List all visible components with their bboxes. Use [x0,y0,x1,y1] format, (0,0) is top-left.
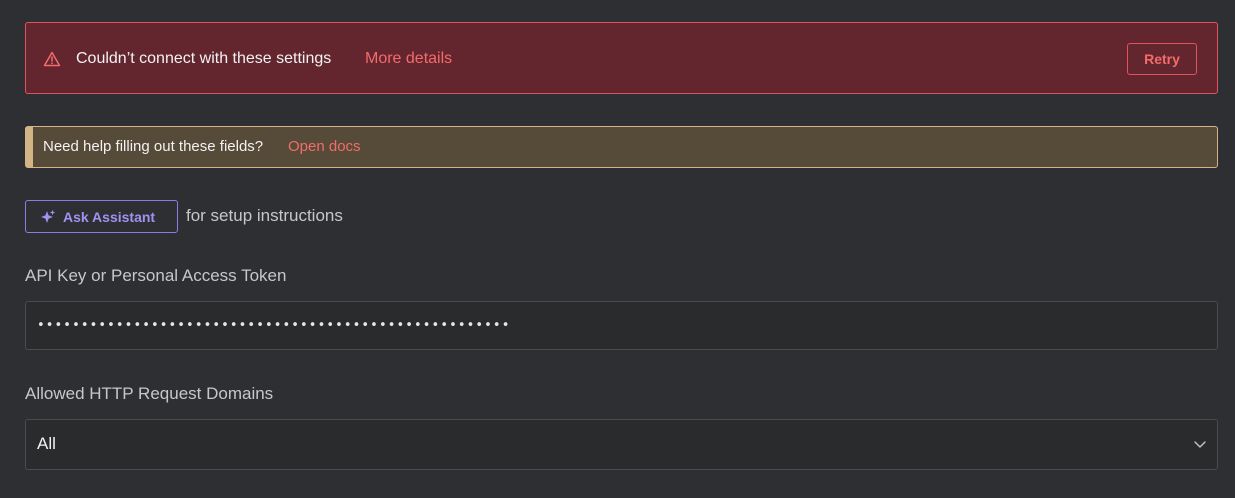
open-docs-link[interactable]: Open docs [288,138,361,156]
setup-instructions-text: for setup instructions [186,206,343,225]
allowed-domains-label: Allowed HTTP Request Domains [25,384,274,403]
allowed-domains-select[interactable]: All [25,419,1218,470]
ask-assistant-button[interactable]: Ask Assistant [25,200,178,233]
credentials-form: Couldn’t connect with these settings Mor… [0,0,1235,498]
retry-button[interactable]: Retry [1127,43,1197,75]
help-message: Need help filling out these fields? [43,138,264,155]
ask-assistant-label: Ask Assistant [63,209,156,225]
api-key-field [25,301,1218,350]
warning-triangle-icon [43,51,61,67]
chevron-down-icon [1194,441,1206,448]
error-message: Couldn’t connect with these settings [76,50,332,67]
allowed-domains-value: All [37,434,56,453]
more-details-link[interactable]: More details [365,49,452,69]
connection-error-banner: Couldn’t connect with these settings Mor… [25,22,1218,94]
api-key-input[interactable] [37,302,1197,349]
help-banner: Need help filling out these fields? Open… [25,126,1218,168]
sparkle-icon [41,209,56,223]
api-key-label: API Key or Personal Access Token [25,266,287,285]
